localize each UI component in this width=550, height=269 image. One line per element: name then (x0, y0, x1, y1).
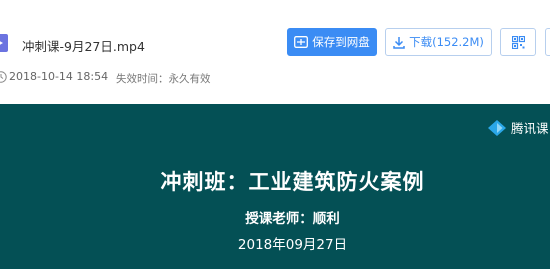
slide-teacher: 授课老师：顺利 (245, 211, 340, 227)
file-header: 冲刺课-9月27日.mp4 保存到网盘 下载(152.2M) 2018-10-1… (0, 0, 550, 104)
brand-text: 腾讯课 (511, 121, 549, 136)
save-to-netdisk-button[interactable]: 保存到网盘 (287, 28, 377, 56)
download-icon (393, 36, 405, 49)
more-button[interactable] (545, 28, 550, 56)
slide-title: 冲刺班：工业建筑防火案例 (160, 170, 425, 194)
brand-watermark: 腾讯课 (487, 118, 549, 137)
expire-time: 失效时间：永久有效 (116, 73, 211, 85)
qr-code-icon (511, 35, 525, 49)
download-button-label: 下载(152.2M) (409, 35, 484, 49)
save-icon (294, 36, 309, 48)
download-button[interactable]: 下载(152.2M) (385, 28, 492, 56)
video-preview[interactable]: 腾讯课 冲刺班：工业建筑防火案例 授课老师：顺利 2018年09月27日 (0, 104, 550, 269)
qr-code-button[interactable] (500, 28, 536, 56)
clock-icon (0, 71, 7, 83)
video-file-icon (0, 34, 8, 52)
tencent-classroom-logo-icon (488, 119, 506, 136)
save-button-label: 保存到网盘 (312, 35, 370, 49)
file-name: 冲刺课-9月27日.mp4 (22, 39, 145, 54)
upload-date: 2018-10-14 18:54 (9, 70, 109, 83)
slide-date: 2018年09月27日 (237, 237, 348, 253)
